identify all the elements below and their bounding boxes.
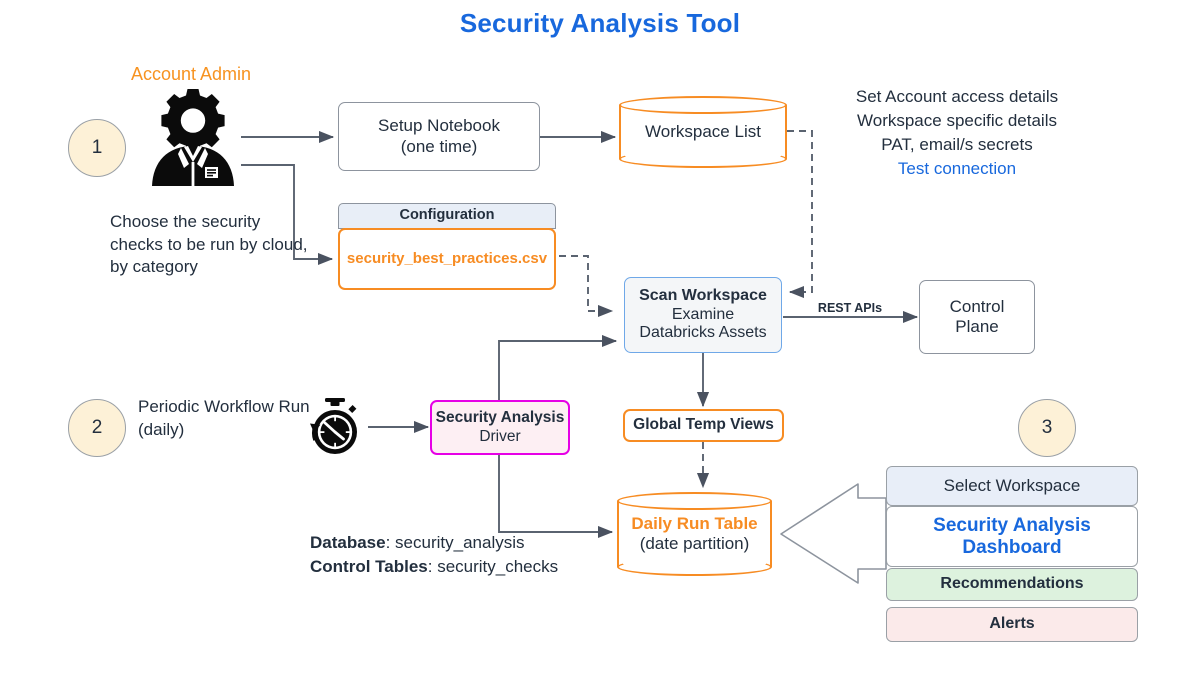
daily-run-table-line2: (date partition) <box>639 534 750 553</box>
diagram-canvas: Security Analysis Tool 1 2 3 Account Adm… <box>0 0 1200 675</box>
dashboard-title-line2: Dashboard <box>962 536 1062 558</box>
step-circle-3: 3 <box>1018 399 1076 457</box>
rest-apis-label: REST APIs <box>812 301 888 315</box>
edge-workspacelist-to-scan-dashed <box>787 130 813 299</box>
control-tables-line: Control Tables: security_checks <box>310 555 640 579</box>
dashboard-alerts-label: Alerts <box>989 615 1035 633</box>
workspace-list-datastore[interactable]: Workspace List <box>619 96 787 168</box>
dashboard-title-line1: Security Analysis <box>933 514 1091 536</box>
security-driver-line1: Security Analysis <box>435 409 565 427</box>
left-block-arrow-icon <box>780 483 887 584</box>
setup-notebook-line2: (one time) <box>400 136 478 156</box>
account-admin-label: Account Admin <box>130 64 252 84</box>
global-temp-views-label: Global Temp Views <box>633 416 774 434</box>
dashboard-recommendations-label: Recommendations <box>940 575 1084 593</box>
edge-config-to-scan-dashed <box>559 255 614 318</box>
test-connection-link[interactable]: Test connection <box>812 157 1102 181</box>
account-access-note: Set Account access details Workspace spe… <box>812 85 1102 182</box>
control-plane-line2: Plane <box>955 317 999 336</box>
database-line: Database: security_analysis <box>310 531 640 555</box>
dashboard-select-workspace[interactable]: Select Workspace <box>886 466 1138 506</box>
daily-run-table-datastore[interactable]: Daily Run Table (date partition) <box>617 492 772 576</box>
scan-workspace-line2: Examine <box>671 305 735 323</box>
dashboard-select-workspace-label: Select Workspace <box>943 475 1081 495</box>
periodic-workflow-note: Periodic Workflow Run (daily) <box>138 397 310 439</box>
account-access-line1: Set Account access details <box>855 87 1059 106</box>
setup-notebook-node[interactable]: Setup Notebook (one time) <box>338 102 540 171</box>
dashboard-main-panel[interactable]: Security Analysis Dashboard <box>886 506 1138 567</box>
step-circle-1: 1 <box>68 119 126 177</box>
global-temp-views-node[interactable]: Global Temp Views <box>623 409 784 442</box>
dashboard-recommendations[interactable]: Recommendations <box>886 568 1138 601</box>
edge-driver-to-scan <box>498 334 618 400</box>
step-1-label: 1 <box>91 137 103 158</box>
account-access-line3: PAT, email/s secrets <box>881 135 1033 155</box>
configuration-header: Configuration <box>338 203 556 229</box>
edge-driver-to-daily-run-table <box>498 455 614 539</box>
step-circle-2: 2 <box>68 399 126 457</box>
scan-workspace-line1: Scan Workspace <box>639 286 767 304</box>
configuration-header-label: Configuration <box>399 207 495 224</box>
gear-head-person-icon <box>137 84 249 188</box>
choose-security-checks-note: Choose the security checks to be run by … <box>110 212 308 277</box>
step-2-label: 2 <box>91 417 103 438</box>
database-value: : security_analysis <box>385 533 525 552</box>
scan-workspace-line3: Databricks Assets <box>639 324 767 342</box>
control-plane-line1: Control <box>949 296 1005 316</box>
database-key: Database <box>310 533 386 552</box>
daily-run-table-line1: Daily Run Table <box>631 513 758 533</box>
account-access-line2: Workspace specific details <box>857 111 1057 131</box>
security-analysis-driver-node[interactable]: Security Analysis Driver <box>430 400 570 455</box>
configuration-csv-node[interactable]: security_best_practices.csv <box>338 228 556 290</box>
control-plane-node[interactable]: Control Plane <box>919 280 1035 354</box>
database-info-note: Database: security_analysis Control Tabl… <box>310 531 640 579</box>
scan-workspace-node[interactable]: Scan Workspace Examine Databricks Assets <box>624 277 782 353</box>
configuration-csv-label: security_best_practices.csv <box>346 250 548 268</box>
control-tables-value: : security_checks <box>427 556 559 576</box>
security-driver-line2: Driver <box>479 427 521 445</box>
control-tables-key: Control Tables <box>310 556 428 576</box>
step-3-label: 3 <box>1041 417 1053 438</box>
workspace-list-label: Workspace List <box>645 121 761 141</box>
page-title: Security Analysis Tool <box>459 8 741 38</box>
setup-notebook-line1: Setup Notebook <box>378 116 500 136</box>
dashboard-alerts[interactable]: Alerts <box>886 607 1138 642</box>
